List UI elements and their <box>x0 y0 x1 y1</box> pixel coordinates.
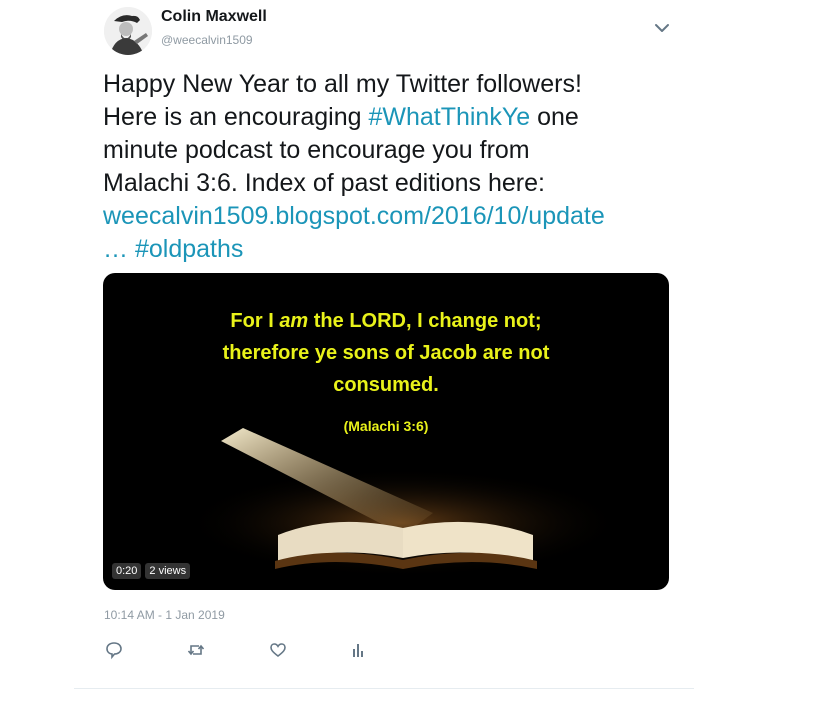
tweet-text: Happy New Year to all my Twitter followe… <box>103 68 683 266</box>
video-player[interactable]: For I am the LORD, I change not; therefo… <box>103 273 669 590</box>
tweet-divider <box>74 688 694 689</box>
analytics-icon[interactable] <box>348 640 368 660</box>
tweet-text-line: weecalvin1509.blogspot.com/2016/10/updat… <box>103 200 683 233</box>
verse-line: For I am the LORD, I change not; <box>103 305 669 337</box>
chevron-down-icon[interactable] <box>652 20 672 36</box>
tweet-timestamp[interactable]: 10:14 AM - 1 Jan 2019 <box>104 608 225 622</box>
hashtag-link[interactable]: #WhatThinkYe <box>368 103 530 131</box>
tweet-text-line: minute podcast to encourage you from <box>103 136 530 164</box>
video-badges: 0:20 2 views <box>112 563 191 579</box>
hashtag-link[interactable]: #oldpaths <box>135 235 243 263</box>
video-views-badge: 2 views <box>145 563 191 579</box>
retweet-icon[interactable] <box>186 640 206 660</box>
tweet-text-line: Here is an encouraging #WhatThinkYe one <box>103 101 683 134</box>
verse-line: therefore ye sons of Jacob are not <box>222 342 550 364</box>
verse-text: For I am the LORD, I change not; therefo… <box>103 305 669 401</box>
url-link[interactable]: weecalvin1509.blogspot.com/2016/10/updat… <box>103 202 605 230</box>
like-icon[interactable] <box>268 640 288 660</box>
author-display-name[interactable]: Colin Maxwell <box>161 8 267 26</box>
avatar[interactable] <box>104 7 152 55</box>
tweet-text-line: … #oldpaths <box>103 233 683 266</box>
tweet-text-line: Malachi 3:6. Index of past editions here… <box>103 169 545 197</box>
tweet-text-segment: one <box>530 103 579 131</box>
reply-icon[interactable] <box>104 640 124 660</box>
tweet-text-segment: Here is an encouraging <box>103 103 369 131</box>
verse-reference: (Malachi 3:6) <box>343 418 429 434</box>
tweet-actions <box>104 640 404 660</box>
tweet-text-line: Happy New Year to all my Twitter followe… <box>103 70 582 98</box>
author-handle[interactable]: @weecalvin1509 <box>161 33 253 47</box>
verse-line: consumed. <box>333 374 439 396</box>
verse-segment: the LORD, I change not; <box>308 310 542 332</box>
verse-segment: For I <box>230 310 280 332</box>
author-portrait-icon <box>104 7 152 55</box>
video-duration-badge: 0:20 <box>112 563 142 579</box>
url-link-ellipsis[interactable]: … <box>103 235 128 263</box>
verse-emphasis: am <box>279 310 309 332</box>
